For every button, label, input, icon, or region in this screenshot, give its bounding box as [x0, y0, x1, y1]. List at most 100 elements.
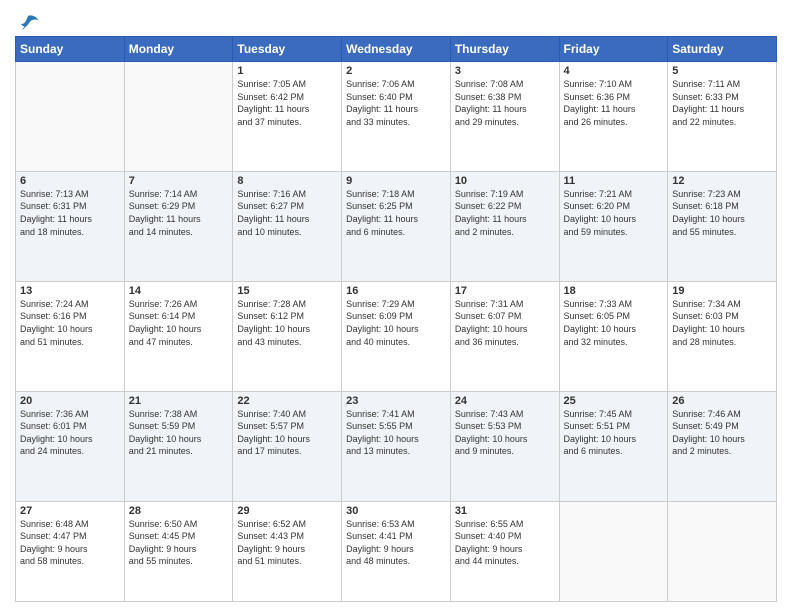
calendar-cell: 2Sunrise: 7:06 AM Sunset: 6:40 PM Daylig… [342, 62, 451, 172]
day-info: Sunrise: 7:10 AM Sunset: 6:36 PM Dayligh… [564, 78, 664, 128]
day-info: Sunrise: 7:40 AM Sunset: 5:57 PM Dayligh… [237, 408, 337, 458]
day-number: 8 [237, 175, 337, 187]
day-info: Sunrise: 7:41 AM Sunset: 5:55 PM Dayligh… [346, 408, 446, 458]
calendar-cell: 31Sunrise: 6:55 AM Sunset: 4:40 PM Dayli… [450, 501, 559, 602]
day-info: Sunrise: 7:46 AM Sunset: 5:49 PM Dayligh… [672, 408, 772, 458]
calendar-cell: 1Sunrise: 7:05 AM Sunset: 6:42 PM Daylig… [233, 62, 342, 172]
calendar-cell [559, 501, 668, 602]
day-number: 9 [346, 175, 446, 187]
weekday-header-row: SundayMondayTuesdayWednesdayThursdayFrid… [16, 37, 777, 62]
day-number: 31 [455, 505, 555, 517]
day-info: Sunrise: 7:16 AM Sunset: 6:27 PM Dayligh… [237, 188, 337, 238]
day-number: 11 [564, 175, 664, 187]
calendar-cell: 8Sunrise: 7:16 AM Sunset: 6:27 PM Daylig… [233, 171, 342, 281]
calendar-cell: 20Sunrise: 7:36 AM Sunset: 6:01 PM Dayli… [16, 391, 125, 501]
calendar-cell: 4Sunrise: 7:10 AM Sunset: 6:36 PM Daylig… [559, 62, 668, 172]
calendar-cell [668, 501, 777, 602]
day-number: 14 [129, 285, 229, 297]
calendar-cell: 10Sunrise: 7:19 AM Sunset: 6:22 PM Dayli… [450, 171, 559, 281]
logo [15, 14, 39, 30]
weekday-header-wednesday: Wednesday [342, 37, 451, 62]
day-number: 27 [20, 505, 120, 517]
calendar-cell: 7Sunrise: 7:14 AM Sunset: 6:29 PM Daylig… [124, 171, 233, 281]
day-number: 23 [346, 395, 446, 407]
day-info: Sunrise: 7:38 AM Sunset: 5:59 PM Dayligh… [129, 408, 229, 458]
day-number: 29 [237, 505, 337, 517]
calendar-cell: 9Sunrise: 7:18 AM Sunset: 6:25 PM Daylig… [342, 171, 451, 281]
calendar-cell: 14Sunrise: 7:26 AM Sunset: 6:14 PM Dayli… [124, 281, 233, 391]
calendar-cell: 16Sunrise: 7:29 AM Sunset: 6:09 PM Dayli… [342, 281, 451, 391]
day-info: Sunrise: 7:31 AM Sunset: 6:07 PM Dayligh… [455, 298, 555, 348]
day-info: Sunrise: 7:19 AM Sunset: 6:22 PM Dayligh… [455, 188, 555, 238]
day-info: Sunrise: 7:45 AM Sunset: 5:51 PM Dayligh… [564, 408, 664, 458]
day-info: Sunrise: 7:18 AM Sunset: 6:25 PM Dayligh… [346, 188, 446, 238]
calendar-week-row: 27Sunrise: 6:48 AM Sunset: 4:47 PM Dayli… [16, 501, 777, 602]
calendar-cell: 30Sunrise: 6:53 AM Sunset: 4:41 PM Dayli… [342, 501, 451, 602]
day-info: Sunrise: 6:48 AM Sunset: 4:47 PM Dayligh… [20, 518, 120, 568]
calendar-cell: 19Sunrise: 7:34 AM Sunset: 6:03 PM Dayli… [668, 281, 777, 391]
day-info: Sunrise: 7:21 AM Sunset: 6:20 PM Dayligh… [564, 188, 664, 238]
weekday-header-saturday: Saturday [668, 37, 777, 62]
weekday-header-thursday: Thursday [450, 37, 559, 62]
day-number: 30 [346, 505, 446, 517]
calendar-week-row: 1Sunrise: 7:05 AM Sunset: 6:42 PM Daylig… [16, 62, 777, 172]
day-info: Sunrise: 7:34 AM Sunset: 6:03 PM Dayligh… [672, 298, 772, 348]
calendar-cell: 26Sunrise: 7:46 AM Sunset: 5:49 PM Dayli… [668, 391, 777, 501]
day-number: 6 [20, 175, 120, 187]
day-number: 4 [564, 65, 664, 77]
day-info: Sunrise: 7:24 AM Sunset: 6:16 PM Dayligh… [20, 298, 120, 348]
day-number: 18 [564, 285, 664, 297]
day-info: Sunrise: 7:26 AM Sunset: 6:14 PM Dayligh… [129, 298, 229, 348]
calendar-cell: 18Sunrise: 7:33 AM Sunset: 6:05 PM Dayli… [559, 281, 668, 391]
day-info: Sunrise: 6:52 AM Sunset: 4:43 PM Dayligh… [237, 518, 337, 568]
day-info: Sunrise: 7:13 AM Sunset: 6:31 PM Dayligh… [20, 188, 120, 238]
day-info: Sunrise: 7:05 AM Sunset: 6:42 PM Dayligh… [237, 78, 337, 128]
day-number: 7 [129, 175, 229, 187]
day-info: Sunrise: 7:33 AM Sunset: 6:05 PM Dayligh… [564, 298, 664, 348]
day-info: Sunrise: 7:08 AM Sunset: 6:38 PM Dayligh… [455, 78, 555, 128]
calendar-cell: 23Sunrise: 7:41 AM Sunset: 5:55 PM Dayli… [342, 391, 451, 501]
day-number: 1 [237, 65, 337, 77]
day-info: Sunrise: 7:06 AM Sunset: 6:40 PM Dayligh… [346, 78, 446, 128]
weekday-header-tuesday: Tuesday [233, 37, 342, 62]
day-info: Sunrise: 6:50 AM Sunset: 4:45 PM Dayligh… [129, 518, 229, 568]
day-info: Sunrise: 6:55 AM Sunset: 4:40 PM Dayligh… [455, 518, 555, 568]
calendar-week-row: 20Sunrise: 7:36 AM Sunset: 6:01 PM Dayli… [16, 391, 777, 501]
calendar-cell: 28Sunrise: 6:50 AM Sunset: 4:45 PM Dayli… [124, 501, 233, 602]
logo-bird-icon [17, 12, 39, 34]
calendar-cell: 24Sunrise: 7:43 AM Sunset: 5:53 PM Dayli… [450, 391, 559, 501]
weekday-header-monday: Monday [124, 37, 233, 62]
day-number: 19 [672, 285, 772, 297]
day-number: 16 [346, 285, 446, 297]
calendar-cell: 27Sunrise: 6:48 AM Sunset: 4:47 PM Dayli… [16, 501, 125, 602]
day-info: Sunrise: 7:29 AM Sunset: 6:09 PM Dayligh… [346, 298, 446, 348]
calendar-cell: 11Sunrise: 7:21 AM Sunset: 6:20 PM Dayli… [559, 171, 668, 281]
calendar-cell: 6Sunrise: 7:13 AM Sunset: 6:31 PM Daylig… [16, 171, 125, 281]
day-info: Sunrise: 7:11 AM Sunset: 6:33 PM Dayligh… [672, 78, 772, 128]
day-info: Sunrise: 7:43 AM Sunset: 5:53 PM Dayligh… [455, 408, 555, 458]
calendar-cell: 22Sunrise: 7:40 AM Sunset: 5:57 PM Dayli… [233, 391, 342, 501]
day-number: 12 [672, 175, 772, 187]
weekday-header-friday: Friday [559, 37, 668, 62]
day-number: 22 [237, 395, 337, 407]
calendar-week-row: 6Sunrise: 7:13 AM Sunset: 6:31 PM Daylig… [16, 171, 777, 281]
calendar-table: SundayMondayTuesdayWednesdayThursdayFrid… [15, 36, 777, 602]
day-number: 2 [346, 65, 446, 77]
day-number: 13 [20, 285, 120, 297]
calendar-cell: 13Sunrise: 7:24 AM Sunset: 6:16 PM Dayli… [16, 281, 125, 391]
day-number: 21 [129, 395, 229, 407]
calendar-cell [124, 62, 233, 172]
day-number: 25 [564, 395, 664, 407]
day-info: Sunrise: 7:28 AM Sunset: 6:12 PM Dayligh… [237, 298, 337, 348]
calendar-cell: 25Sunrise: 7:45 AM Sunset: 5:51 PM Dayli… [559, 391, 668, 501]
day-info: Sunrise: 6:53 AM Sunset: 4:41 PM Dayligh… [346, 518, 446, 568]
calendar-cell: 21Sunrise: 7:38 AM Sunset: 5:59 PM Dayli… [124, 391, 233, 501]
day-number: 28 [129, 505, 229, 517]
calendar-cell: 12Sunrise: 7:23 AM Sunset: 6:18 PM Dayli… [668, 171, 777, 281]
day-number: 10 [455, 175, 555, 187]
day-number: 20 [20, 395, 120, 407]
day-number: 3 [455, 65, 555, 77]
weekday-header-sunday: Sunday [16, 37, 125, 62]
header [15, 10, 777, 30]
page: SundayMondayTuesdayWednesdayThursdayFrid… [0, 0, 792, 612]
